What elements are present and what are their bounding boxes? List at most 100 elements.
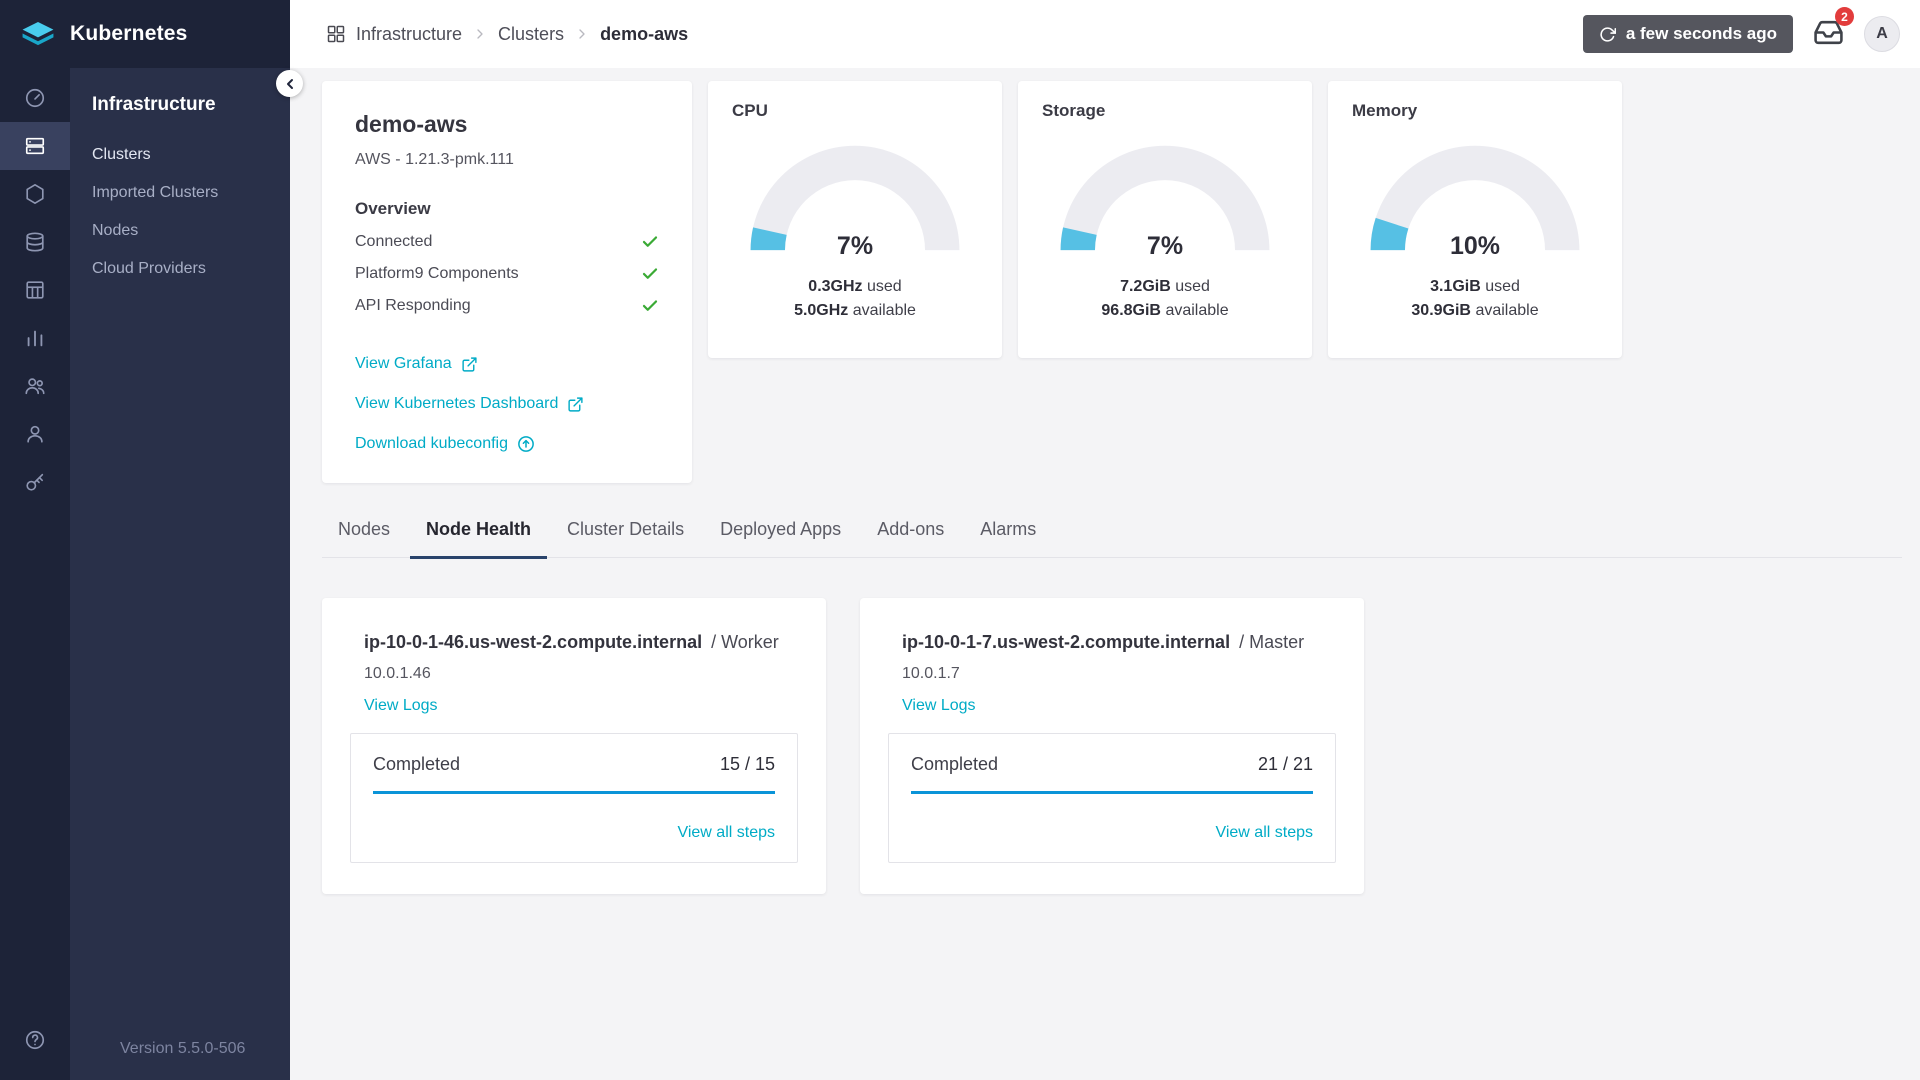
gauge-title-storage: Storage xyxy=(1042,101,1106,120)
cpu-stats: 0.3GHz used 5.0GHz available xyxy=(732,275,978,323)
memory-used-suffix: used xyxy=(1485,278,1520,295)
cluster-tabs: Nodes Node Health Cluster Details Deploy… xyxy=(322,519,1902,559)
rail-item-tenants[interactable] xyxy=(0,362,70,410)
tab-node-health[interactable]: Node Health xyxy=(410,519,548,559)
steps-footer: View all steps xyxy=(373,824,775,846)
download-kubeconfig-link[interactable]: Download kubeconfig xyxy=(355,435,659,453)
cluster-summary-card: demo-aws AWS - 1.21.3-pmk.111 Overview C… xyxy=(322,81,692,483)
users-group-icon xyxy=(24,375,46,397)
tab-cluster-details[interactable]: Cluster Details xyxy=(551,519,700,559)
sidebar-collapse-button[interactable] xyxy=(276,70,303,97)
node-role: / Master xyxy=(1239,632,1305,652)
node-health-card-worker: ip-10-0-1-46.us-west-2.compute.internal … xyxy=(322,598,826,894)
check-icon xyxy=(641,265,659,283)
node-steps-box: Completed 21 / 21 View all steps xyxy=(888,733,1336,863)
sidebar-item-imported-clusters[interactable]: Imported Clusters xyxy=(92,174,290,212)
summary-row: demo-aws AWS - 1.21.3-pmk.111 Overview C… xyxy=(322,81,1902,483)
node-ip: 10.0.1.46 xyxy=(364,665,431,682)
steps-footer: View all steps xyxy=(911,824,1313,846)
breadcrumb-infrastructure[interactable]: Infrastructure xyxy=(356,24,462,45)
sidebar-item-cloud-providers[interactable]: Cloud Providers xyxy=(92,250,290,288)
storage-stats: 7.2GiB used 96.8GiB available xyxy=(1042,275,1288,323)
rail-item-monitoring[interactable] xyxy=(0,314,70,362)
memory-available: 30.9GiB available xyxy=(1352,299,1598,323)
infrastructure-grid-icon xyxy=(326,24,346,44)
user-icon xyxy=(24,423,46,445)
steps-header: Completed 15 / 15 xyxy=(373,754,775,775)
rail-item-help[interactable] xyxy=(0,1016,70,1064)
download-kubeconfig-label: Download kubeconfig xyxy=(355,435,508,452)
cluster-name: demo-aws xyxy=(355,111,468,137)
view-all-steps-link[interactable]: View all steps xyxy=(677,824,775,841)
storage-available-value: 96.8GiB xyxy=(1101,302,1161,319)
sidebar-item-clusters[interactable]: Clusters xyxy=(92,136,290,174)
cpu-available: 5.0GHz available xyxy=(732,299,978,323)
rail-item-nodes[interactable] xyxy=(0,170,70,218)
external-link-icon xyxy=(567,396,584,413)
app-root: Kubernetes Infrastructure Clusters Impor… xyxy=(0,0,1920,1080)
check-row-connected: Connected xyxy=(355,233,659,251)
topbar: Infrastructure Clusters demo-aws a few s… xyxy=(290,0,1920,68)
chevron-left-icon xyxy=(282,76,298,92)
cpu-used-value: 0.3GHz xyxy=(808,278,863,295)
sidebar-nav: Infrastructure Clusters Imported Cluster… xyxy=(70,68,290,1080)
view-logs-link[interactable]: View Logs xyxy=(902,697,976,715)
refresh-button[interactable]: a few seconds ago xyxy=(1582,15,1793,53)
node-hostname: ip-10-0-1-46.us-west-2.compute.internal xyxy=(364,632,703,652)
cpu-available-suffix: available xyxy=(852,302,916,319)
view-kubernetes-dashboard-label: View Kubernetes Dashboard xyxy=(355,395,559,412)
tab-deployed-apps[interactable]: Deployed Apps xyxy=(704,519,857,559)
view-logs-link[interactable]: View Logs xyxy=(364,697,438,715)
memory-used: 3.1GiB used xyxy=(1352,275,1598,299)
grid-table-icon xyxy=(24,279,46,301)
check-row-platform9-components: Platform9 Components xyxy=(355,265,659,283)
rail-item-storage[interactable] xyxy=(0,218,70,266)
tab-add-ons[interactable]: Add-ons xyxy=(861,519,960,559)
download-circle-icon xyxy=(517,435,535,453)
view-all-steps-link[interactable]: View all steps xyxy=(1215,824,1313,841)
gauge-title-memory: Memory xyxy=(1352,101,1418,120)
cpu-used-suffix: used xyxy=(867,278,902,295)
steps-status: Completed xyxy=(911,754,999,774)
view-grafana-link[interactable]: View Grafana xyxy=(355,355,659,373)
node-health-row: ip-10-0-1-46.us-west-2.compute.internal … xyxy=(322,598,1902,894)
memory-available-value: 30.9GiB xyxy=(1411,302,1471,319)
storage-icon xyxy=(24,231,46,253)
check-label: API Responding xyxy=(355,297,471,314)
avatar[interactable]: A xyxy=(1864,16,1900,52)
storage-usage-card: Storage 7% 7.2GiB used 96.8GiB available xyxy=(1018,81,1312,358)
tab-nodes[interactable]: Nodes xyxy=(322,519,406,559)
tab-alarms[interactable]: Alarms xyxy=(964,519,1052,559)
cluster-subtitle: AWS - 1.21.3-pmk.111 xyxy=(355,151,514,168)
cpu-available-value: 5.0GHz xyxy=(794,302,849,319)
rail-item-api-access[interactable] xyxy=(0,458,70,506)
storage-used-value: 7.2GiB xyxy=(1120,278,1171,295)
storage-percent-label: 7% xyxy=(1146,232,1184,260)
storage-available: 96.8GiB available xyxy=(1042,299,1288,323)
clusters-icon xyxy=(24,135,46,157)
breadcrumb-current-cluster: demo-aws xyxy=(600,23,689,44)
breadcrumb-clusters[interactable]: Clusters xyxy=(498,24,564,45)
node-steps-box: Completed 15 / 15 View all steps xyxy=(350,733,798,863)
main-area: Infrastructure Clusters demo-aws a few s… xyxy=(290,0,1920,1080)
bar-chart-icon xyxy=(24,327,46,349)
view-kubernetes-dashboard-link[interactable]: View Kubernetes Dashboard xyxy=(355,395,659,413)
rail-item-dashboard[interactable] xyxy=(0,74,70,122)
refresh-icon xyxy=(1599,26,1616,43)
help-icon xyxy=(24,1029,46,1051)
cpu-used: 0.3GHz used xyxy=(732,275,978,299)
app-logo[interactable]: Kubernetes xyxy=(0,0,290,68)
rail-item-user-management[interactable] xyxy=(0,410,70,458)
check-label: Connected xyxy=(355,233,433,250)
sidebar-item-nodes[interactable]: Nodes xyxy=(92,212,290,250)
dashboard-icon xyxy=(24,87,46,109)
steps-count: 21 / 21 xyxy=(1257,754,1313,774)
notifications-button[interactable]: 2 xyxy=(1811,7,1854,53)
storage-gauge: 7% xyxy=(1042,131,1288,261)
notification-badge: 2 xyxy=(1835,7,1854,26)
node-hostname-line: ip-10-0-1-46.us-west-2.compute.internal … xyxy=(364,632,798,653)
rail-item-infrastructure[interactable] xyxy=(0,122,70,170)
chevron-right-icon xyxy=(574,26,590,42)
rail-item-workloads[interactable] xyxy=(0,266,70,314)
node-health-card-master: ip-10-0-1-7.us-west-2.compute.internal /… xyxy=(860,598,1364,894)
